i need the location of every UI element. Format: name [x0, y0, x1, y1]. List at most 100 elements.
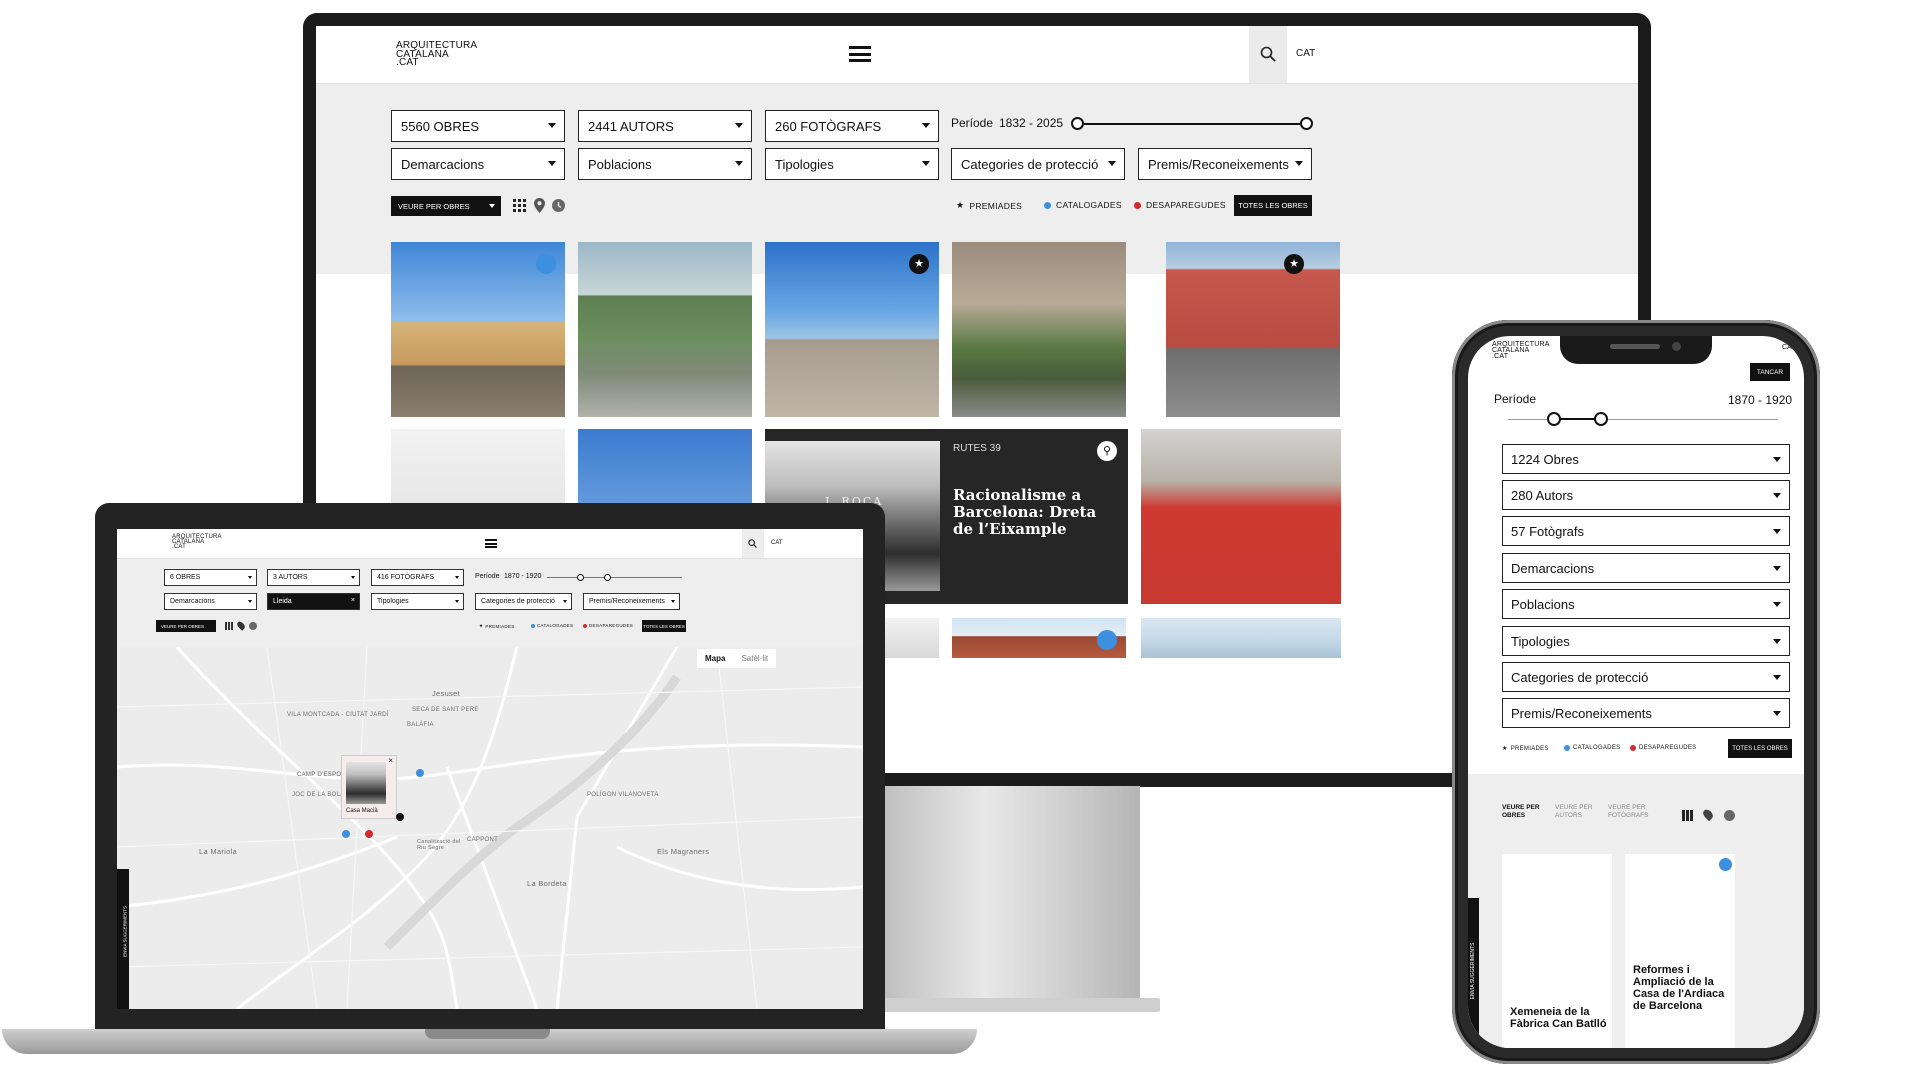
- clock-icon[interactable]: [1724, 810, 1735, 821]
- period-slider-start-handle[interactable]: [577, 574, 584, 581]
- view-by-works-tab[interactable]: VEURE PER OBRES: [1502, 804, 1542, 820]
- map-pin-icon[interactable]: [235, 620, 247, 631]
- period-label: Període: [951, 116, 994, 130]
- period-slider-track[interactable]: [1078, 123, 1307, 125]
- search-button[interactable]: [1249, 26, 1287, 83]
- work-card[interactable]: Reformes i Ampliació de la Casa de l'Ard…: [1625, 854, 1735, 1048]
- language-switch[interactable]: CAT: [771, 540, 783, 546]
- map-pin-icon[interactable]: [1701, 807, 1715, 822]
- authors-select[interactable]: 3 AUTORS: [267, 569, 360, 586]
- view-by-photographers-tab[interactable]: VEURE PER FOTÒGRAFS: [1608, 804, 1658, 820]
- work-card[interactable]: Xemeneia de la Fàbrica Can Batlló: [1502, 854, 1612, 1048]
- work-thumbnail[interactable]: [1141, 429, 1341, 604]
- work-thumbnail[interactable]: [391, 242, 565, 417]
- site-logo[interactable]: ARQUITECTURA CATALANA .CAT: [396, 41, 477, 68]
- grid-icon[interactable]: [513, 199, 526, 212]
- monitor-base: [860, 998, 1160, 1012]
- suggestions-tab[interactable]: ENVIA SUGGERIMENTS: [117, 869, 129, 1009]
- work-thumbnail[interactable]: [1141, 618, 1341, 658]
- grid-icon[interactable]: [225, 622, 233, 630]
- protection-categories-select[interactable]: Categories de protecció: [1502, 662, 1790, 692]
- demarcations-select[interactable]: Demarcacions: [1502, 553, 1790, 583]
- clock-icon[interactable]: [249, 622, 257, 630]
- map-label: Jesuset: [432, 689, 460, 698]
- legend-cataloged[interactable]: CATALOGADES: [531, 623, 573, 628]
- typologies-select[interactable]: Tipologies: [1502, 626, 1790, 656]
- legend-cataloged[interactable]: CATALOGADES: [1044, 200, 1122, 210]
- grid-icon[interactable]: [1682, 810, 1693, 821]
- typologies-select[interactable]: Tipologies: [765, 148, 939, 180]
- legend-awarded[interactable]: ★ PREMIADES: [1502, 745, 1549, 753]
- protection-categories-select[interactable]: Categories de protecció: [951, 148, 1125, 180]
- period-slider-end-handle[interactable]: [1594, 412, 1608, 426]
- all-works-button[interactable]: TOTES LES OBRES: [1728, 739, 1792, 758]
- close-icon[interactable]: ×: [351, 597, 355, 604]
- works-select[interactable]: 6 OBRES: [164, 569, 257, 586]
- demarcations-select[interactable]: Demarcacions: [391, 148, 565, 180]
- towns-select-active[interactable]: Lleida ×: [267, 593, 360, 610]
- search-button[interactable]: [742, 529, 764, 558]
- map-tab[interactable]: Mapa: [697, 649, 733, 668]
- close-icon[interactable]: ×: [388, 756, 393, 765]
- map-pin-icon[interactable]: [534, 198, 545, 213]
- legend-cataloged[interactable]: CATALOGADES: [1564, 745, 1620, 751]
- map-popup[interactable]: × Casa Macià: [341, 755, 397, 819]
- demarcations-select[interactable]: Demarcacions: [164, 593, 257, 610]
- legend-disappeared[interactable]: DESAPAREGUDES: [583, 623, 633, 628]
- period-slider-track[interactable]: [547, 577, 682, 578]
- feature-title: Racionalisme a Barcelona: Dreta de l’Eix…: [953, 486, 1097, 538]
- site-logo[interactable]: ARQUITECTURA CATALANA .CAT: [1492, 341, 1550, 360]
- work-thumbnail[interactable]: [952, 618, 1126, 658]
- photographers-select[interactable]: 416 FOTÒGRAFS: [371, 569, 464, 586]
- period-slider-end-handle[interactable]: [1300, 117, 1313, 130]
- work-thumbnail[interactable]: [952, 242, 1126, 417]
- towns-select[interactable]: Poblacions: [578, 148, 752, 180]
- awards-select[interactable]: Premis/Reconeixements: [583, 593, 680, 610]
- legend-disappeared[interactable]: DESAPAREGUDES: [1134, 200, 1226, 210]
- all-works-button[interactable]: TOTES LES OBRES: [642, 620, 686, 632]
- legend-awarded[interactable]: ★ PREMIADES: [956, 200, 1022, 211]
- suggestions-tab[interactable]: ENVIA SUGGERIMENTS: [1468, 898, 1479, 1048]
- period-slider-end-handle[interactable]: [604, 574, 611, 581]
- cataloged-marker[interactable]: [342, 830, 350, 838]
- towns-select[interactable]: Poblacions: [1502, 589, 1790, 619]
- view-by-authors-tab[interactable]: VEURE PER AUTORS: [1555, 804, 1595, 820]
- hamburger-icon[interactable]: [849, 46, 871, 62]
- cataloged-marker[interactable]: [416, 769, 424, 777]
- all-works-button[interactable]: TOTES LES OBRES: [1234, 195, 1312, 216]
- close-filters-button[interactable]: TANCAR: [1750, 363, 1790, 381]
- language-switch[interactable]: CA: [1782, 344, 1792, 351]
- authors-select[interactable]: 280 Autors: [1502, 480, 1790, 510]
- period-slider-start-handle[interactable]: [1547, 412, 1561, 426]
- language-switch[interactable]: CAT: [1296, 48, 1315, 59]
- period-slider-start-handle[interactable]: [1071, 117, 1084, 130]
- photographers-select[interactable]: 260 FOTÒGRAFS: [765, 110, 939, 142]
- typologies-select[interactable]: Tipologies: [371, 593, 464, 610]
- legend-awarded[interactable]: ★ PREMIADES: [479, 623, 515, 629]
- map-view[interactable]: Jesuset VILA MONTCADA - CIUTAT JARDÍ SEC…: [117, 647, 863, 1009]
- work-thumbnail[interactable]: ★: [765, 242, 939, 417]
- works-select[interactable]: 5560 OBRES: [391, 110, 565, 142]
- awards-select[interactable]: Premis/Reconeixements: [1138, 148, 1312, 180]
- awarded-marker[interactable]: [396, 813, 404, 821]
- map-label: Canalització del Riu Segre: [417, 839, 461, 851]
- view-by-select[interactable]: VEURE PER OBRES: [156, 620, 216, 632]
- photographers-select[interactable]: 57 Fotògrafs: [1502, 516, 1790, 546]
- legend-disappeared[interactable]: DESAPAREGUDES: [1630, 745, 1696, 751]
- map-roads: [117, 647, 863, 1009]
- awards-select[interactable]: Premis/Reconeixements: [1502, 698, 1790, 728]
- disappeared-marker[interactable]: [365, 830, 373, 838]
- clock-icon[interactable]: [552, 199, 565, 212]
- work-thumbnail[interactable]: ★: [1166, 242, 1340, 417]
- authors-select[interactable]: 2441 AUTORS: [578, 110, 752, 142]
- work-card-title: Xemeneia de la Fàbrica Can Batlló: [1510, 1006, 1607, 1030]
- works-select[interactable]: 1224 Obres: [1502, 444, 1790, 474]
- site-logo[interactable]: ARQUITECTURA CATALANA .CAT: [172, 534, 222, 550]
- view-by-select[interactable]: VEURE PER OBRES: [391, 196, 501, 216]
- map-type-toggle[interactable]: Mapa Satèl·lit: [697, 649, 777, 668]
- work-thumbnail[interactable]: [578, 242, 752, 417]
- satellite-tab[interactable]: Satèl·lit: [733, 649, 776, 668]
- hamburger-icon[interactable]: [485, 539, 497, 548]
- protection-categories-select[interactable]: Categories de protecció: [475, 593, 572, 610]
- map-label: VILA MONTCADA - CIUTAT JARDÍ: [287, 712, 389, 718]
